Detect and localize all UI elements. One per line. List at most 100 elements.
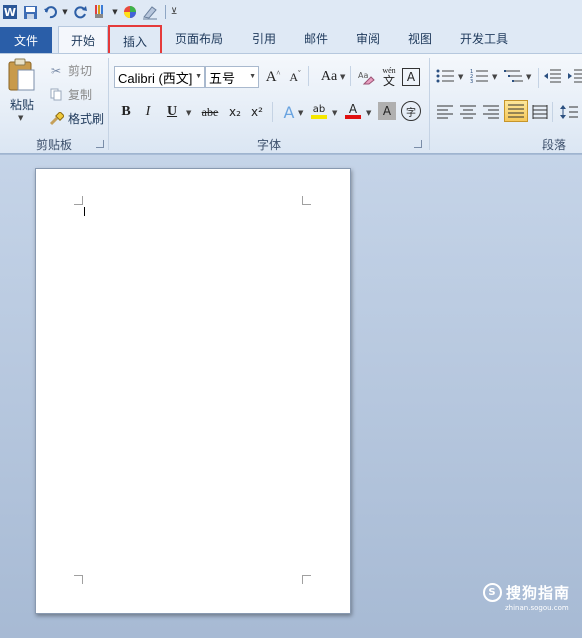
font-name-combo[interactable]: Calibri (西文] ▼: [114, 66, 205, 88]
italic-button[interactable]: I: [137, 101, 159, 123]
clear-formatting-icon: Aa: [358, 71, 375, 85]
phonetic-guide-button[interactable]: wén 文: [378, 66, 400, 88]
numbering-dropdown-icon[interactable]: ▼: [492, 73, 497, 81]
highlight-label: ab: [312, 103, 326, 115]
distributed-icon: [532, 105, 548, 119]
font-name-value: Calibri (西文]: [118, 70, 193, 86]
strikethrough-button[interactable]: abe: [196, 101, 224, 123]
increase-indent-button[interactable]: [568, 68, 582, 87]
clear-formatting-button[interactable]: Aa: [355, 66, 377, 88]
margin-corner-bottom-right: [302, 575, 311, 584]
multilevel-list-icon: [504, 70, 523, 82]
distributed-button[interactable]: [532, 104, 548, 123]
numbering-icon: 123: [470, 69, 488, 85]
copy-icon: [48, 88, 64, 101]
font-size-combo[interactable]: 五号 ▼: [205, 66, 259, 88]
customize-toolbar-icon[interactable]: ⊻: [170, 3, 178, 21]
subscript-label: x₂: [229, 105, 241, 119]
change-case-dropdown-icon[interactable]: ▼: [340, 73, 345, 81]
font-name-dropdown-icon[interactable]: ▼: [195, 73, 202, 80]
multilevel-list-button[interactable]: [504, 68, 524, 87]
enclose-characters-button[interactable]: 字: [401, 101, 421, 121]
highlight-button[interactable]: ab: [308, 100, 330, 122]
text-effects-label: A: [283, 102, 295, 122]
highlight-dropdown-icon[interactable]: ▼: [332, 109, 337, 117]
paragraph-divider: [552, 102, 553, 122]
svg-text:W: W: [4, 6, 16, 19]
font-launcher-icon[interactable]: [414, 140, 422, 148]
font-color-dropdown-icon[interactable]: ▼: [366, 109, 371, 117]
shrink-font-button[interactable]: Aˇ: [284, 66, 306, 88]
decrease-indent-button[interactable]: [544, 68, 562, 87]
superscript-button[interactable]: x²: [246, 101, 268, 123]
italic-label: I: [145, 104, 151, 119]
bullets-dropdown-icon[interactable]: ▼: [458, 73, 463, 81]
font-size-value: 五号: [209, 70, 236, 86]
font-color-label: A: [348, 102, 358, 116]
line-spacing-button[interactable]: [560, 104, 578, 123]
save-icon[interactable]: [21, 3, 39, 21]
character-border-button[interactable]: A: [402, 68, 420, 86]
text-effects-button[interactable]: A: [278, 101, 300, 123]
tab-mailings[interactable]: 邮件: [294, 24, 338, 53]
character-shading-button[interactable]: A: [378, 102, 396, 120]
paragraph-divider: [538, 68, 539, 88]
redo-icon[interactable]: [71, 3, 89, 21]
bullets-button[interactable]: [436, 68, 456, 87]
align-right-icon: [483, 105, 499, 119]
font-group-label: 字体: [256, 137, 281, 152]
numbering-button[interactable]: 123: [470, 68, 490, 87]
tab-home[interactable]: 开始: [58, 26, 108, 53]
color-wheel-icon[interactable]: [121, 3, 139, 21]
font-size-dropdown-icon[interactable]: ▼: [249, 73, 256, 80]
multilevel-dropdown-icon[interactable]: ▼: [526, 73, 531, 81]
copy-button[interactable]: 复制: [48, 86, 92, 103]
tab-file[interactable]: 文件: [0, 27, 52, 53]
tab-view[interactable]: 视图: [398, 24, 442, 53]
clipboard-launcher-icon[interactable]: [96, 140, 104, 148]
sogou-logo-icon: S: [483, 583, 502, 602]
align-left-button[interactable]: [436, 104, 454, 123]
grow-font-button[interactable]: A ^: [262, 66, 284, 88]
paste-icon[interactable]: [6, 58, 38, 94]
font-color-button[interactable]: A: [342, 100, 364, 122]
bold-button[interactable]: B: [115, 101, 137, 123]
paste-button[interactable]: 粘贴: [6, 96, 38, 112]
underline-button[interactable]: U: [161, 101, 183, 123]
align-right-button[interactable]: [482, 104, 500, 123]
tab-developer[interactable]: 开发工具: [452, 24, 516, 53]
bold-label: B: [121, 104, 131, 119]
align-center-button[interactable]: [459, 104, 477, 123]
undo-icon[interactable]: [41, 3, 59, 21]
paste-dropdown-icon[interactable]: ▼: [18, 114, 23, 122]
word-app-icon[interactable]: W: [1, 3, 19, 21]
decrease-indent-icon: [544, 69, 561, 83]
character-shading-label: A: [382, 104, 392, 118]
tab-references[interactable]: 引用: [242, 24, 286, 53]
underline-dropdown-icon[interactable]: ▼: [186, 109, 191, 117]
svg-text:Aa: Aa: [358, 71, 368, 80]
character-border-label: A: [406, 70, 416, 84]
brush-dropdown-icon[interactable]: ▼: [111, 3, 119, 21]
superscript-label: x²: [251, 105, 263, 119]
margin-corner-top-left: [74, 196, 83, 205]
watermark: S 搜狗指南 zhinan.sogou.com: [483, 582, 578, 612]
format-painter-button[interactable]: 格式刷: [48, 110, 104, 127]
document-page[interactable]: [35, 168, 351, 614]
tab-page-layout[interactable]: 页面布局: [166, 24, 232, 53]
format-brush-icon[interactable]: [91, 3, 109, 21]
change-case-button[interactable]: Aa: [316, 66, 342, 88]
line-spacing-icon: [560, 105, 578, 119]
justify-button[interactable]: [504, 100, 528, 122]
tab-review[interactable]: 审阅: [346, 24, 390, 53]
svg-text:3: 3: [470, 79, 473, 84]
text-effects-dropdown-icon[interactable]: ▼: [298, 109, 303, 117]
cut-button[interactable]: ✂ 剪切: [48, 62, 92, 79]
undo-dropdown-icon[interactable]: ▼: [61, 3, 69, 21]
font-divider: [350, 66, 351, 86]
subscript-button[interactable]: x₂: [224, 101, 246, 123]
justify-icon: [508, 104, 524, 118]
eraser-icon[interactable]: [141, 3, 159, 21]
font-divider: [308, 66, 309, 86]
phonetic-char: 文: [382, 74, 395, 88]
